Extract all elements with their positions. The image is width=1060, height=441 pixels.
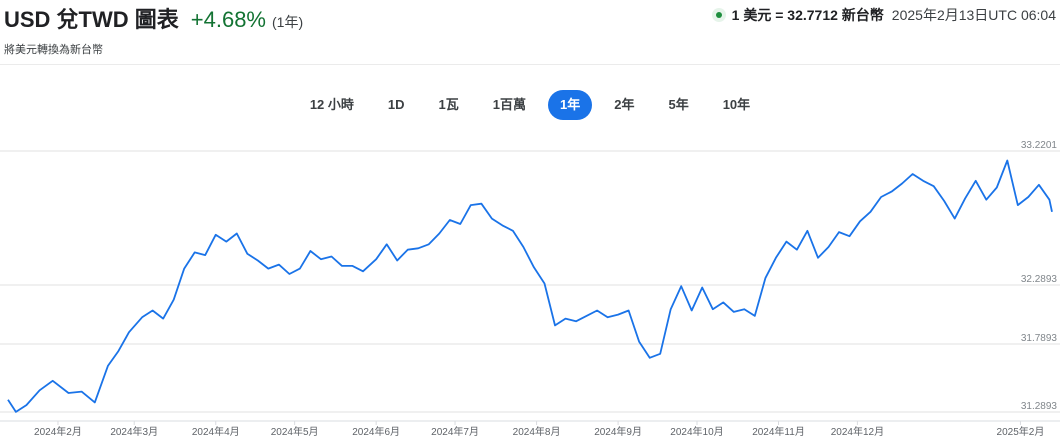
tab-1w[interactable]: 1瓦 bbox=[427, 90, 471, 120]
tab-2y[interactable]: 2年 bbox=[602, 90, 646, 120]
y-tick-label: 31.7893 bbox=[1021, 333, 1058, 344]
x-tick-label: 2024年5月 bbox=[271, 425, 319, 438]
tab-1d[interactable]: 1D bbox=[376, 90, 417, 120]
x-tick-label: 2024年2月 bbox=[34, 425, 82, 438]
y-tick-label: 31.2893 bbox=[1021, 401, 1058, 412]
x-tick-label: 2024年7月 bbox=[431, 425, 479, 438]
header-divider bbox=[0, 64, 1060, 65]
page-title: USD 兌TWD 圖表 bbox=[4, 7, 179, 32]
x-tick-label: 2024年4月 bbox=[192, 425, 240, 438]
chart-header: USD 兌TWD 圖表 +4.68% (1年) bbox=[4, 2, 303, 34]
tab-10y[interactable]: 10年 bbox=[711, 90, 762, 120]
live-indicator-icon bbox=[711, 8, 726, 22]
price-chart[interactable]: 33.2201 32.2893 31.7893 31.2893 2024年2月 2024年… bbox=[0, 140, 1060, 441]
series-line bbox=[7, 159, 1053, 413]
percent-change: +4.68% bbox=[190, 7, 266, 32]
x-tick-label: 2024年10月 bbox=[670, 425, 723, 438]
live-rate: 1 美元 = 32.7712 新台幣 2025年2月13日UTC 06:04 bbox=[711, 5, 1056, 25]
x-tick-label: 2024年3月 bbox=[110, 425, 158, 438]
rate-value: 1 美元 = 32.7712 新台幣 bbox=[731, 7, 884, 23]
tab-5y[interactable]: 5年 bbox=[656, 90, 700, 120]
x-tick-label: 2024年6月 bbox=[352, 425, 400, 438]
x-tick-label: 2024年9月 bbox=[594, 425, 642, 438]
x-tick-label: 2025年2月 bbox=[997, 425, 1045, 438]
x-tick-label: 2024年11月 bbox=[752, 425, 805, 438]
rate-timestamp: 2025年2月13日UTC 06:04 bbox=[891, 7, 1056, 23]
tab-1y[interactable]: 1年 bbox=[548, 90, 593, 120]
tab-1m[interactable]: 1百萬 bbox=[481, 90, 538, 120]
y-tick-label: 33.2201 bbox=[1021, 140, 1058, 151]
x-tick-label: 2024年12月 bbox=[831, 425, 884, 438]
period-label: (1年) bbox=[272, 14, 304, 30]
conversion-subtitle: 將美元轉換為新台幣 bbox=[4, 44, 103, 56]
range-tabs: 12 小時 1D 1瓦 1百萬 1年 2年 5年 10年 bbox=[0, 90, 1060, 120]
tab-12h[interactable]: 12 小時 bbox=[298, 90, 366, 120]
x-tick-label: 2024年8月 bbox=[513, 425, 561, 438]
y-tick-label: 32.2893 bbox=[1021, 274, 1058, 285]
